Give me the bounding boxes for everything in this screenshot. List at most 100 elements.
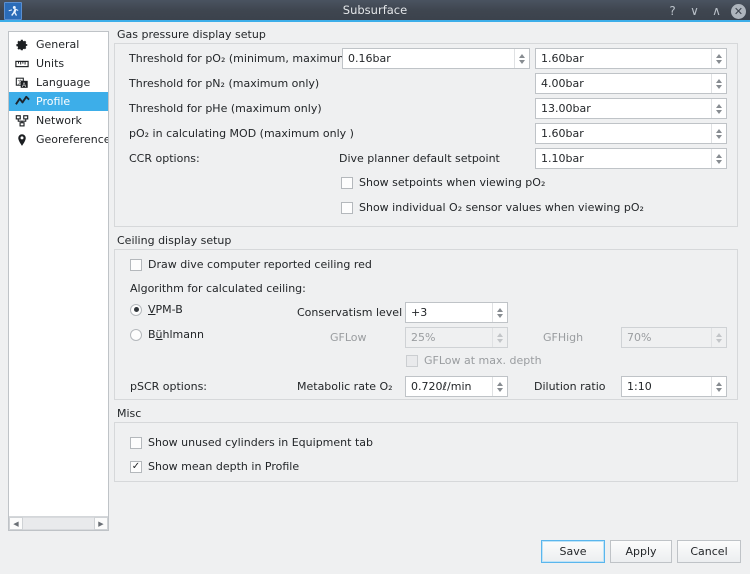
spin-up-icon[interactable]: [519, 54, 525, 58]
gflow-max-depth-checkbox-row[interactable]: GFLow at max. depth: [406, 354, 542, 367]
spin-down-icon[interactable]: [716, 160, 722, 164]
gflow-label: GFLow: [330, 331, 367, 344]
ccr-options-label: CCR options:: [129, 152, 200, 165]
metabolic-rate-value: 0.720ℓ/min: [406, 380, 471, 393]
metabolic-rate-spinbox[interactable]: 0.720ℓ/min: [405, 376, 508, 397]
show-unused-cylinders-checkbox[interactable]: [130, 437, 142, 449]
show-unused-cylinders-label: Show unused cylinders in Equipment tab: [148, 436, 373, 449]
radio-dot-icon: [134, 307, 139, 312]
pn2-max-spinbox[interactable]: 4.00bar: [535, 73, 727, 94]
dive-planner-setpoint-value: 1.10bar: [536, 152, 584, 165]
spin-up-icon[interactable]: [497, 382, 503, 386]
draw-ceiling-red-checkbox[interactable]: [130, 259, 142, 271]
cancel-button[interactable]: Cancel: [677, 540, 741, 563]
spin-down-icon[interactable]: [716, 60, 722, 64]
spin-down-icon[interactable]: [497, 314, 503, 318]
buhlmann-radio-row[interactable]: Bühlmann: [130, 328, 204, 341]
show-setpoints-checkbox-row[interactable]: Show setpoints when viewing pO₂: [341, 176, 545, 189]
maximize-button[interactable]: ∧: [709, 4, 724, 19]
sidebar-item-label: Network: [36, 114, 82, 127]
spin-up-icon[interactable]: [716, 382, 722, 386]
show-o2-sensors-checkbox-row[interactable]: Show individual O₂ sensor values when vi…: [341, 201, 644, 214]
phe-max-spinbox[interactable]: 13.00bar: [535, 98, 727, 119]
draw-ceiling-red-label: Draw dive computer reported ceiling red: [148, 258, 372, 271]
spinbox-arrows[interactable]: [492, 328, 507, 347]
sidebar-item-label: Units: [36, 57, 64, 70]
spin-down-icon[interactable]: [716, 110, 722, 114]
spinbox-arrows[interactable]: [711, 124, 726, 143]
ruler-icon: [14, 56, 30, 72]
sidebar-item-general[interactable]: General: [9, 35, 108, 54]
dive-planner-setpoint-spinbox[interactable]: 1.10bar: [535, 148, 727, 169]
spin-down-icon[interactable]: [716, 388, 722, 392]
spinbox-arrows[interactable]: [711, 99, 726, 118]
mod-po2-spinbox[interactable]: 1.60bar: [535, 123, 727, 144]
spin-up-icon[interactable]: [716, 129, 722, 133]
gflow-spinbox[interactable]: 25%: [405, 327, 508, 348]
spin-down-icon[interactable]: [716, 135, 722, 139]
spinbox-arrows[interactable]: [711, 74, 726, 93]
buhlmann-radio[interactable]: [130, 329, 142, 341]
dive-planner-setpoint-label: Dive planner default setpoint: [339, 152, 500, 165]
scroll-right-arrow-icon[interactable]: ▶: [94, 517, 108, 530]
close-button[interactable]: ✕: [731, 4, 746, 19]
spinbox-arrows[interactable]: [711, 377, 726, 396]
spin-up-icon[interactable]: [497, 333, 503, 337]
show-o2-sensors-checkbox[interactable]: [341, 202, 353, 214]
po2-min-spinbox[interactable]: 0.16bar: [342, 48, 530, 69]
spin-up-icon[interactable]: [497, 308, 503, 312]
help-button[interactable]: ?: [665, 4, 680, 19]
chart-line-icon: [14, 94, 30, 110]
sidebar-item-units[interactable]: Units: [9, 54, 108, 73]
spin-down-icon[interactable]: [716, 339, 722, 343]
spinbox-arrows[interactable]: [514, 49, 529, 68]
spinbox-arrows[interactable]: [492, 377, 507, 396]
misc-group: Show unused cylinders in Equipment tab ✓…: [114, 422, 738, 482]
spin-up-icon[interactable]: [716, 154, 722, 158]
draw-ceiling-red-checkbox-row[interactable]: Draw dive computer reported ceiling red: [130, 258, 372, 271]
spin-down-icon[interactable]: [497, 339, 503, 343]
pn2-threshold-label: Threshold for pN₂ (maximum only): [129, 77, 319, 90]
spinbox-arrows[interactable]: [711, 149, 726, 168]
vpmb-radio-row[interactable]: VPM-B: [130, 303, 183, 316]
pscr-options-label: pSCR options:: [130, 380, 207, 393]
spinbox-arrows[interactable]: [711, 328, 726, 347]
spin-up-icon[interactable]: [716, 79, 722, 83]
conservatism-spinbox[interactable]: +3: [405, 302, 508, 323]
conservatism-label: Conservatism level: [297, 306, 402, 319]
spinbox-arrows[interactable]: [492, 303, 507, 322]
gflow-max-depth-checkbox[interactable]: [406, 355, 418, 367]
po2-max-spinbox[interactable]: 1.60bar: [535, 48, 727, 69]
sidebar-item-profile[interactable]: Profile: [9, 92, 108, 111]
save-button[interactable]: Save: [541, 540, 605, 563]
show-unused-cylinders-checkbox-row[interactable]: Show unused cylinders in Equipment tab: [130, 436, 373, 449]
sidebar-item-network[interactable]: Network: [9, 111, 108, 130]
gfhigh-spinbox[interactable]: 70%: [621, 327, 727, 348]
sidebar-item-language[interactable]: 文A Language: [9, 73, 108, 92]
ceiling-group-title: Ceiling display setup: [114, 234, 738, 247]
spin-up-icon[interactable]: [716, 54, 722, 58]
mod-po2-value: 1.60bar: [536, 127, 584, 140]
vpmb-radio[interactable]: [130, 304, 142, 316]
apply-button[interactable]: Apply: [610, 540, 672, 563]
dilution-ratio-spinbox[interactable]: 1:10: [621, 376, 727, 397]
spin-up-icon[interactable]: [716, 104, 722, 108]
spinbox-arrows[interactable]: [711, 49, 726, 68]
show-setpoints-checkbox[interactable]: [341, 177, 353, 189]
scroll-left-arrow-icon[interactable]: ◀: [9, 517, 23, 530]
spin-down-icon[interactable]: [716, 85, 722, 89]
minimize-button[interactable]: ∨: [687, 4, 702, 19]
spin-down-icon[interactable]: [497, 388, 503, 392]
settings-category-list[interactable]: General Units 文A Language Profile Networ…: [8, 31, 109, 531]
window-title: Subsurface: [0, 0, 750, 22]
spin-down-icon[interactable]: [519, 60, 525, 64]
show-mean-depth-checkbox[interactable]: ✓: [130, 461, 142, 473]
sidebar-item-georeference[interactable]: Georeference: [9, 130, 108, 149]
po2-min-value: 0.16bar: [343, 52, 391, 65]
show-mean-depth-checkbox-row[interactable]: ✓ Show mean depth in Profile: [130, 460, 299, 473]
gas-pressure-group: Threshold for pO₂ (minimum, maximum) Thr…: [114, 43, 738, 227]
scrollbar-track[interactable]: [23, 517, 94, 530]
spin-up-icon[interactable]: [716, 333, 722, 337]
gas-group-title: Gas pressure display setup: [114, 28, 738, 41]
sidebar-horizontal-scrollbar[interactable]: ◀ ▶: [9, 516, 108, 530]
